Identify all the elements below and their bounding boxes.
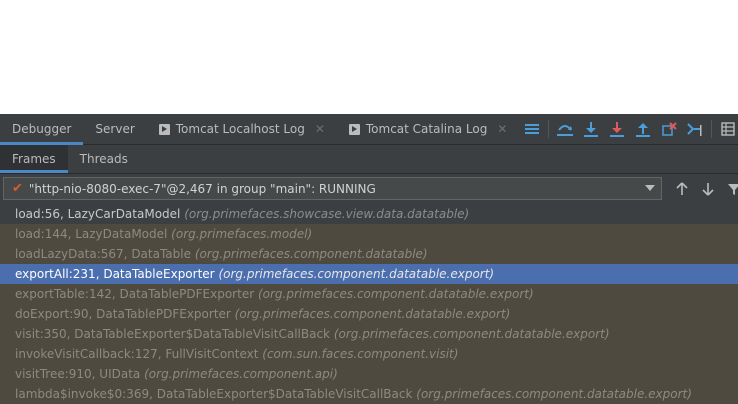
- frame-method: load:56, LazyCarDataModel: [15, 207, 181, 221]
- thread-label: "http-nio-8080-exec-7"@2,467 in group "m…: [28, 181, 376, 196]
- frame-method: load:144, LazyDataModel: [15, 227, 168, 241]
- arrow-up-icon: [676, 182, 688, 195]
- frame-method: exportTable:142, DataTablePDFExporter: [15, 287, 255, 301]
- checkmark-icon: ✔: [12, 181, 23, 196]
- frame-package: (org.primefaces.component.datatable): [194, 247, 428, 261]
- tab-threads[interactable]: Threads: [68, 145, 140, 173]
- close-icon[interactable]: ✕: [497, 122, 507, 136]
- stack-frame-row[interactable]: visit:350, DataTableExporter$DataTableVi…: [0, 324, 738, 344]
- step-over-icon[interactable]: [552, 114, 578, 145]
- frame-method: invokeVisitCallback:127, FullVisitContex…: [15, 347, 259, 361]
- stack-frames-list: load:56, LazyCarDataModel (org.primeface…: [0, 204, 738, 404]
- frame-package: (org.primefaces.model): [171, 227, 313, 241]
- force-step-into-icon[interactable]: [604, 114, 630, 145]
- frame-package: (org.primefaces.component.api): [144, 367, 338, 381]
- chevron-down-icon: [645, 185, 655, 191]
- stack-frame-row[interactable]: load:56, LazyCarDataModel (org.primeface…: [0, 204, 738, 224]
- log-icon: [348, 123, 360, 135]
- log-icon: [158, 123, 170, 135]
- tab-frames[interactable]: Frames: [0, 145, 68, 173]
- tab-tomcat-catalina-log-label: Tomcat Catalina Log: [365, 122, 488, 136]
- tab-debugger[interactable]: Debugger: [0, 114, 84, 145]
- frame-package: (org.primefaces.component.datatable.expo…: [416, 387, 692, 401]
- frame-method: lambda$invoke$0:369, DataTableExporter$D…: [15, 387, 413, 401]
- stack-frame-row[interactable]: invokeVisitCallback:127, FullVisitContex…: [0, 344, 738, 364]
- stack-frame-row[interactable]: loadLazyData:567, DataTable (org.primefa…: [0, 244, 738, 264]
- tab-debugger-label: Debugger: [12, 122, 72, 136]
- stack-frame-row[interactable]: exportTable:142, DataTablePDFExporter (o…: [0, 284, 738, 304]
- debug-toolbar: Debugger Server Tomcat Localhost Log ✕ T…: [0, 114, 738, 145]
- tab-threads-label: Threads: [79, 152, 128, 166]
- frames-threads-tabs: Frames Threads: [0, 145, 738, 173]
- frame-method: exportAll:231, DataTableExporter: [15, 267, 215, 281]
- frame-package: (com.sun.faces.component.visit): [262, 347, 459, 361]
- toolbar-separator: [548, 120, 550, 138]
- tab-frames-label: Frames: [12, 152, 56, 166]
- run-to-cursor-icon[interactable]: [682, 114, 708, 145]
- tab-tomcat-localhost-log-label: Tomcat Localhost Log: [175, 122, 305, 136]
- previous-frame-button[interactable]: [672, 178, 692, 200]
- frame-method: doExport:90, DataTablePDFExporter: [15, 307, 231, 321]
- editor-blank-area: [0, 0, 738, 114]
- stack-frame-row[interactable]: visitTree:910, UIData (org.primefaces.co…: [0, 364, 738, 384]
- filter-icon: [728, 184, 738, 195]
- stack-frame-row[interactable]: doExport:90, DataTablePDFExporter (org.p…: [0, 304, 738, 324]
- drop-frame-icon[interactable]: [656, 114, 682, 145]
- frame-package: (org.primefaces.component.datatable.expo…: [218, 267, 495, 281]
- step-into-icon[interactable]: [578, 114, 604, 145]
- stack-frame-row[interactable]: exportAll:231, DataTableExporter (org.pr…: [0, 264, 738, 284]
- tab-tomcat-localhost-log[interactable]: Tomcat Localhost Log ✕: [147, 114, 337, 145]
- stack-frame-row[interactable]: load:144, LazyDataModel (org.primefaces.…: [0, 224, 738, 244]
- frame-package: (org.primefaces.component.datatable.expo…: [234, 307, 511, 321]
- menu-icon[interactable]: [519, 114, 545, 145]
- tab-server[interactable]: Server: [83, 114, 146, 145]
- toolbar-separator: [711, 120, 713, 138]
- next-frame-button[interactable]: [698, 178, 718, 200]
- stack-frame-row[interactable]: lambda$invoke$0:369, DataTableExporter$D…: [0, 384, 738, 404]
- frame-package: (org.primefaces.showcase.view.data.datat…: [184, 207, 470, 221]
- thread-selector-bar: ✔ "http-nio-8080-exec-7"@2,467 in group …: [0, 174, 738, 204]
- tab-server-label: Server: [95, 122, 135, 136]
- frame-method: visit:350, DataTableExporter$DataTableVi…: [15, 327, 331, 341]
- stepping-toolbar: [519, 114, 738, 145]
- tab-tomcat-catalina-log[interactable]: Tomcat Catalina Log ✕: [337, 114, 520, 145]
- close-icon[interactable]: ✕: [315, 122, 325, 136]
- frame-method: loadLazyData:567, DataTable: [15, 247, 191, 261]
- frame-package: (org.primefaces.component.datatable.expo…: [257, 287, 534, 301]
- evaluate-expression-icon[interactable]: [715, 114, 738, 145]
- frame-method: visitTree:910, UIData: [15, 367, 141, 381]
- step-out-icon[interactable]: [630, 114, 656, 145]
- frame-package: (org.primefaces.component.datatable.expo…: [333, 327, 610, 341]
- arrow-down-icon: [702, 183, 714, 196]
- thread-selector-dropdown[interactable]: ✔ "http-nio-8080-exec-7"@2,467 in group …: [3, 177, 662, 200]
- filter-frames-button[interactable]: [724, 178, 738, 200]
